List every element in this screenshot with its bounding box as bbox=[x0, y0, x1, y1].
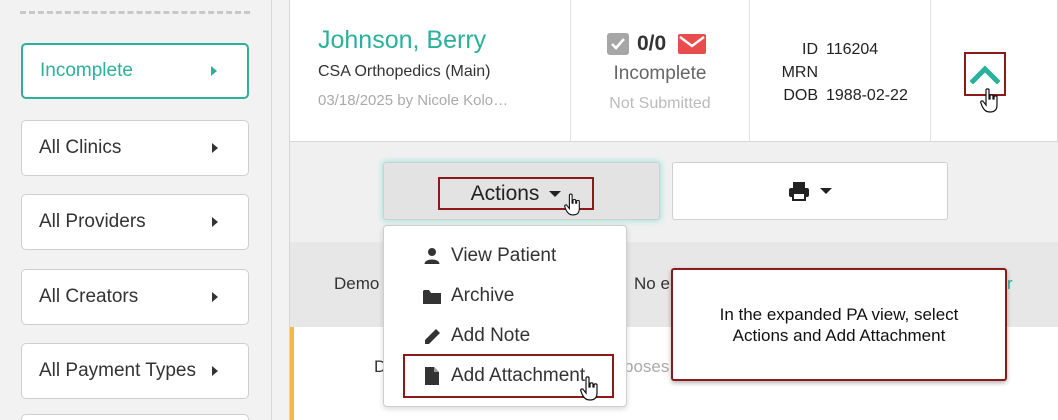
app-root: Incomplete All Clinics All Providers All… bbox=[0, 0, 1058, 420]
hand-cursor-icon bbox=[980, 88, 998, 113]
id-row: ID 116204 bbox=[780, 38, 908, 61]
folder-icon bbox=[422, 289, 442, 304]
menu-item-label: Archive bbox=[451, 285, 515, 306]
collapse-zone bbox=[930, 0, 1058, 142]
status-summary: 0/0 bbox=[607, 32, 707, 56]
filter-all-payment-types[interactable]: All Payment Types bbox=[21, 343, 249, 399]
clinic-name: CSA Orthopedics (Main) bbox=[318, 63, 491, 80]
demographics-value: No e bbox=[634, 274, 670, 293]
menu-item-add-note[interactable]: Add Note bbox=[384, 316, 626, 356]
actions-button[interactable]: Actions bbox=[383, 162, 660, 220]
filter-label: Incomplete bbox=[40, 60, 133, 81]
document-count: 0/0 bbox=[637, 32, 667, 55]
filter-all-clinics[interactable]: All Clinics bbox=[21, 120, 249, 176]
patient-ids: ID 116204 MRN DOB 1988-02-22 bbox=[780, 38, 908, 107]
instruction-callout: In the expanded PA view, select Actions … bbox=[671, 268, 1007, 381]
id-key: ID bbox=[802, 41, 818, 58]
actions-label: Actions bbox=[470, 181, 540, 205]
dob-key: DOB bbox=[783, 87, 818, 104]
menu-item-label: View Patient bbox=[451, 245, 557, 266]
pencil-icon bbox=[422, 328, 442, 345]
pa-card: Johnson, Berry CSA Orthopedics (Main) 03… bbox=[289, 0, 1058, 142]
filter-label: All Providers bbox=[39, 211, 146, 232]
menu-item-label: Add Note bbox=[451, 325, 531, 346]
sidebar: Incomplete All Clinics All Providers All… bbox=[0, 0, 272, 420]
patient-name[interactable]: Johnson, Berry bbox=[318, 26, 486, 55]
checkbox-icon bbox=[607, 33, 629, 55]
divider bbox=[749, 0, 750, 142]
caret-right-icon bbox=[212, 366, 218, 376]
filter-label: All Creators bbox=[39, 286, 139, 307]
filter-label: All Payment Types bbox=[39, 360, 197, 381]
envelope-icon[interactable] bbox=[678, 34, 707, 54]
chevron-up-icon bbox=[970, 65, 1000, 84]
callout-text: In the expanded PA view, select Actions … bbox=[719, 304, 959, 345]
status-label: Incomplete bbox=[613, 63, 707, 84]
filter-all-creators[interactable]: All Creators bbox=[21, 269, 249, 325]
dob-value: 1988-02-22 bbox=[826, 87, 908, 104]
mrn-key: MRN bbox=[781, 64, 818, 81]
id-value: 116204 bbox=[826, 41, 879, 58]
menu-item-archive[interactable]: Archive bbox=[384, 276, 626, 316]
caret-right-icon bbox=[212, 143, 218, 153]
sidebar-divider bbox=[20, 11, 250, 14]
submission-status: Not Submitted bbox=[609, 95, 711, 112]
hand-cursor-icon bbox=[564, 193, 580, 216]
filter-more[interactable] bbox=[21, 414, 249, 420]
caret-down-icon bbox=[820, 188, 832, 194]
mrn-row: MRN bbox=[780, 61, 908, 84]
user-icon bbox=[422, 247, 442, 265]
caret-right-icon bbox=[212, 292, 218, 302]
menu-item-view-patient[interactable]: View Patient bbox=[384, 236, 626, 276]
demographics-link[interactable]: r bbox=[1007, 274, 1013, 294]
caret-down-icon bbox=[549, 190, 562, 197]
dob-row: DOB 1988-02-22 bbox=[780, 84, 908, 107]
demographics-label: Demo bbox=[334, 274, 380, 293]
hand-cursor-icon bbox=[580, 376, 598, 401]
filter-all-providers[interactable]: All Providers bbox=[21, 194, 249, 250]
caret-right-icon bbox=[211, 66, 217, 76]
status-section: 0/0 Incomplete Not Submitted bbox=[571, 0, 749, 142]
print-button[interactable] bbox=[672, 162, 948, 220]
printer-icon bbox=[789, 182, 809, 201]
filter-incomplete[interactable]: Incomplete bbox=[21, 43, 249, 99]
filter-label: All Clinics bbox=[39, 137, 122, 158]
created-info: 03/18/2025 by Nicole Kolo… bbox=[318, 92, 509, 109]
caret-right-icon bbox=[212, 217, 218, 227]
actions-menu: View Patient Archive Add Note Add Attach… bbox=[383, 225, 627, 407]
